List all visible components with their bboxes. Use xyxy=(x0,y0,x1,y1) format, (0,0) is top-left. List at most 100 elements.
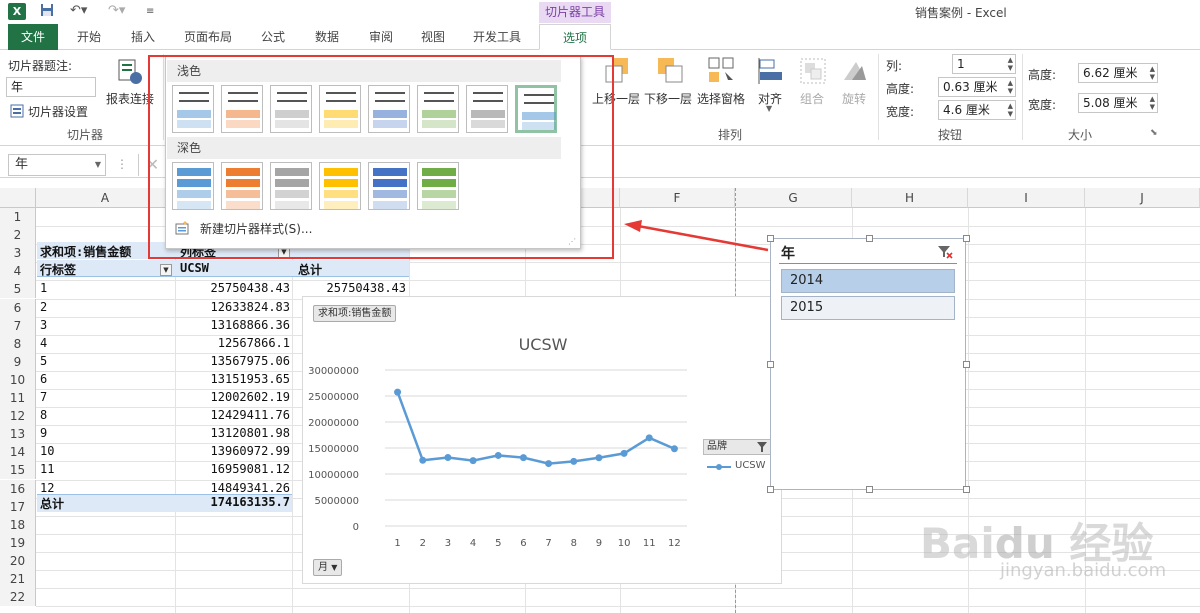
row-header[interactable]: 3 xyxy=(0,244,36,263)
row-header[interactable]: 20 xyxy=(0,551,36,570)
slicer-settings-button[interactable]: 切片器设置 xyxy=(10,103,100,119)
size-height-input[interactable]: 6.62 厘米 ▲ ▼ xyxy=(1078,63,1158,83)
pivot-cell-label[interactable]: 6 xyxy=(40,372,47,386)
axis-field-button[interactable]: 月 ▼ xyxy=(313,559,343,576)
tab-view[interactable]: 视图 xyxy=(410,24,456,50)
resize-handle[interactable] xyxy=(866,486,873,493)
pivot-cell-label[interactable]: 2 xyxy=(40,300,47,314)
pivot-cell-label[interactable]: 3 xyxy=(40,318,47,332)
tab-insert[interactable]: 插入 xyxy=(120,24,166,50)
redo-icon[interactable]: ↷▾ xyxy=(108,3,125,18)
pivot-chart[interactable]: 求和项:销售金额 UCSW 30000000 25000000 20000000 15… xyxy=(302,296,782,584)
column-header[interactable]: I xyxy=(968,188,1085,208)
resize-handle[interactable] xyxy=(963,361,970,368)
row-header[interactable]: 10 xyxy=(0,370,36,389)
row-header[interactable]: 9 xyxy=(0,352,36,371)
row-header[interactable]: 14 xyxy=(0,443,36,462)
tab-options[interactable]: 选项 xyxy=(539,24,611,50)
customize-quick-access-icon[interactable]: ≡ xyxy=(146,6,154,17)
spinner-arrows-icon[interactable]: ▲ ▼ xyxy=(1008,79,1013,95)
pivot-cell-label[interactable]: 11 xyxy=(40,462,54,476)
row-header[interactable]: 5 xyxy=(0,280,36,299)
pivot-cell-ucsw[interactable]: 13151953.65 xyxy=(180,372,290,386)
pivot-cell-ucsw[interactable]: 12567866.1 xyxy=(180,336,290,350)
row-header[interactable]: 19 xyxy=(0,533,36,552)
pivot-cell-label[interactable]: 10 xyxy=(40,444,54,458)
pivot-value-title[interactable]: 求和项:销售金额 xyxy=(40,243,131,260)
tab-developer[interactable]: 开发工具 xyxy=(464,24,530,50)
row-header[interactable]: 7 xyxy=(0,316,36,335)
row-header[interactable]: 12 xyxy=(0,407,36,426)
tab-data[interactable]: 数据 xyxy=(304,24,350,50)
pivot-cell-label[interactable]: 1 xyxy=(40,281,47,295)
send-backward-button[interactable]: 下移一层 xyxy=(644,56,694,116)
row-filter-dropdown-icon[interactable]: ▼ xyxy=(160,264,172,276)
pivot-row-labels[interactable]: 行标签 xyxy=(40,261,76,278)
pivot-cell-label[interactable]: 8 xyxy=(40,408,47,422)
undo-icon[interactable]: ↶▾ xyxy=(70,3,87,18)
row-header[interactable]: 18 xyxy=(0,515,36,534)
pivot-cell-label[interactable]: 7 xyxy=(40,390,47,404)
slicer-item[interactable]: 2015 xyxy=(781,296,955,320)
row-header[interactable]: 22 xyxy=(0,588,36,607)
row-header[interactable]: 15 xyxy=(0,461,36,480)
clear-filter-icon[interactable] xyxy=(937,245,953,259)
row-header[interactable]: 11 xyxy=(0,389,36,408)
pivot-cell-ucsw[interactable]: 12633824.83 xyxy=(180,300,290,314)
slicer-item[interactable]: 2014 xyxy=(781,269,955,293)
row-header[interactable]: 17 xyxy=(0,497,36,516)
row-header[interactable]: 21 xyxy=(0,570,36,589)
pivot-cell-ucsw[interactable]: 13120801.98 xyxy=(180,426,290,440)
selection-pane-button[interactable]: 选择窗格 xyxy=(697,56,749,116)
pivot-cell-ucsw[interactable]: 12429411.76 xyxy=(180,408,290,422)
spinner-arrows-icon[interactable]: ▲ ▼ xyxy=(1150,65,1155,81)
column-header[interactable]: H xyxy=(852,188,968,208)
row-header[interactable]: 13 xyxy=(0,425,36,444)
legend-field-button[interactable]: 品牌 xyxy=(703,439,771,455)
pivot-cell-ucsw[interactable]: 16959081.12 xyxy=(180,462,290,476)
resize-handle[interactable] xyxy=(963,235,970,242)
resize-handle[interactable] xyxy=(866,235,873,242)
button-width-input[interactable]: 4.6 厘米 ▲ ▼ xyxy=(938,100,1016,120)
pivot-cell-label[interactable]: 9 xyxy=(40,426,47,440)
columns-input[interactable]: 1 ▲ ▼ xyxy=(952,54,1016,74)
slicer-caption-input[interactable]: 年 xyxy=(6,77,96,97)
tab-file[interactable]: 文件 xyxy=(8,24,58,50)
dialog-launcher-icon[interactable]: ⬊ xyxy=(1150,128,1158,138)
resize-handle[interactable] xyxy=(767,361,774,368)
tab-formulas[interactable]: 公式 xyxy=(250,24,296,50)
save-icon[interactable] xyxy=(40,3,54,21)
year-slicer[interactable]: 年 2014 2015 xyxy=(767,235,970,493)
pivot-cell-ucsw[interactable]: 14849341.26 xyxy=(180,481,290,495)
spinner-arrows-icon[interactable]: ▲ ▼ xyxy=(1008,102,1013,118)
row-header[interactable]: 16 xyxy=(0,479,36,498)
pivot-cell-total[interactable]: 25750438.43 xyxy=(298,281,406,295)
resize-handle[interactable] xyxy=(963,486,970,493)
row-header[interactable]: 1 xyxy=(0,208,36,227)
tab-page-layout[interactable]: 页面布局 xyxy=(176,24,240,50)
align-button[interactable]: 对齐 ▼ xyxy=(754,56,788,116)
pivot-cell-ucsw[interactable]: 12002602.19 xyxy=(180,390,290,404)
row-header[interactable]: 8 xyxy=(0,334,36,353)
row-header[interactable]: 2 xyxy=(0,226,36,245)
pivot-cell-label[interactable]: 12 xyxy=(40,481,54,495)
size-width-input[interactable]: 5.08 厘米 ▲ ▼ xyxy=(1078,93,1158,113)
row-header[interactable]: 6 xyxy=(0,298,36,317)
pivot-cell-label[interactable]: 4 xyxy=(40,336,47,350)
pivot-cell-ucsw[interactable]: 13168866.36 xyxy=(180,318,290,332)
pivot-cell-ucsw[interactable]: 13960972.99 xyxy=(180,444,290,458)
group-button[interactable]: 组合 xyxy=(796,56,830,116)
chevron-down-icon[interactable]: ▼ xyxy=(95,155,101,175)
pivot-cell-ucsw[interactable]: 25750438.43 xyxy=(180,281,290,295)
rotate-button[interactable]: 旋转 xyxy=(838,56,872,116)
column-header[interactable]: J xyxy=(1085,188,1200,208)
name-box[interactable]: 年 ▼ xyxy=(8,154,106,176)
column-header[interactable]: G xyxy=(735,188,852,208)
resize-handle[interactable] xyxy=(767,486,774,493)
spinner-arrows-icon[interactable]: ▲ ▼ xyxy=(1150,95,1155,111)
tab-review[interactable]: 审阅 xyxy=(358,24,404,50)
spinner-arrows-icon[interactable]: ▲ ▼ xyxy=(1008,56,1013,72)
select-all-corner[interactable] xyxy=(0,188,36,208)
row-header[interactable]: 4 xyxy=(0,262,36,281)
column-header[interactable]: F xyxy=(620,188,735,208)
